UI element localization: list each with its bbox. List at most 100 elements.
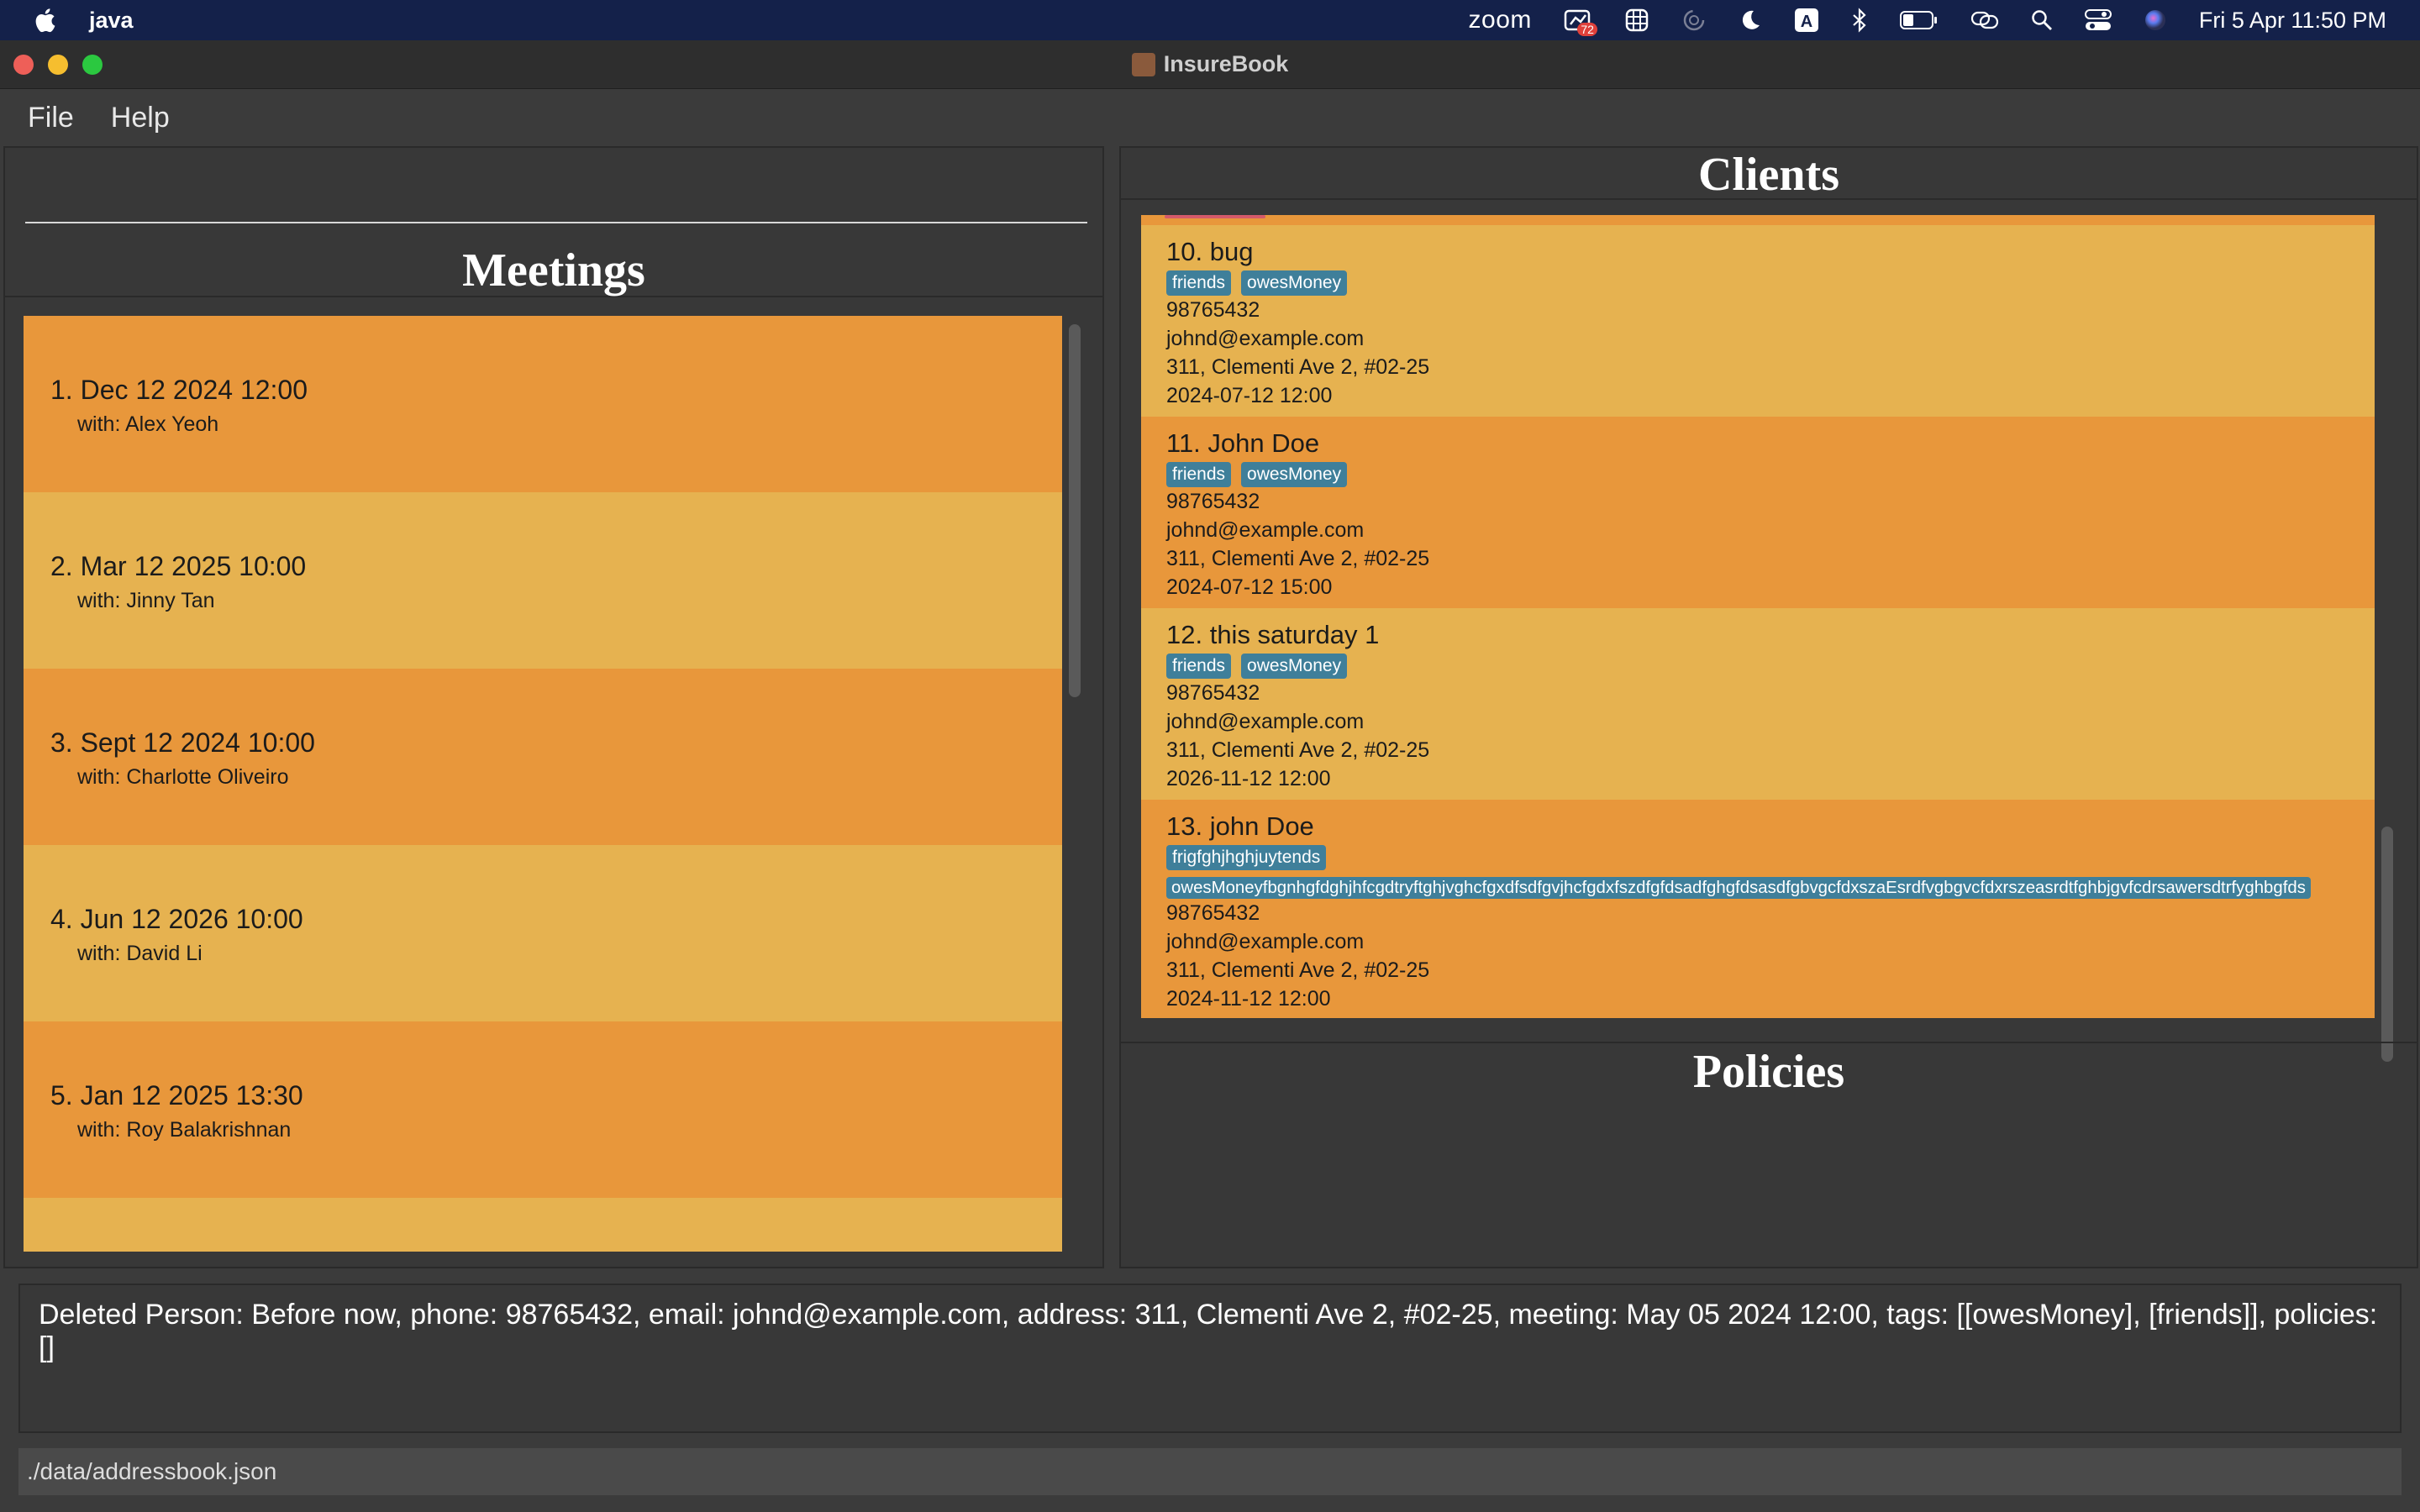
meetings-heading: Meetings	[5, 244, 1102, 297]
app-window: InsureBook File Help Meetings 1. Dec 12 …	[0, 40, 2420, 1512]
meeting-with: with: Roy Balakrishnan	[77, 1118, 292, 1142]
app-menubar: File Help	[0, 89, 2420, 146]
client-meeting: 2024-11-12 12:00	[1166, 987, 1331, 1011]
meeting-date: 5. Jan 12 2025 13:30	[50, 1080, 303, 1110]
notification-app-icon[interactable]: 72	[1564, 0, 1597, 40]
spotlight-search-icon[interactable]	[2031, 0, 2053, 40]
client-tags: friends owesMoney	[1166, 462, 2375, 487]
meeting-date: 1. Dec 12 2024 12:00	[50, 375, 308, 405]
left-pane: Meetings 1. Dec 12 2024 12:00 with: Alex…	[3, 146, 1104, 1268]
client-phone: 98765432	[1166, 490, 1260, 513]
minimize-window-button[interactable]	[48, 55, 68, 75]
active-app-name[interactable]: java	[89, 8, 134, 34]
client-tag: friends	[1166, 654, 1232, 679]
client-phone: 98765432	[1166, 298, 1260, 322]
client-email: johnd@example.com	[1166, 930, 1365, 953]
client-tag: owesMoneyfbgnhgfdghjhfcgdtryftghjvghcfgx…	[1166, 877, 2311, 899]
client-meeting: 2026-11-12 12:00	[1166, 767, 1331, 790]
meeting-card-partial[interactable]	[24, 1198, 1062, 1252]
client-card[interactable]: 12. this saturday 1 friends owesMoney 98…	[1141, 608, 2375, 800]
meetings-scrollbar-thumb[interactable]	[1069, 324, 1081, 697]
zoom-status-item[interactable]: zoom	[1469, 0, 1532, 40]
client-tag: frigfghjhghjuytends	[1166, 845, 1327, 870]
client-name: 12. this saturday 1	[1166, 620, 1380, 649]
apple-icon[interactable]	[34, 8, 55, 33]
client-tags: friends owesMoney	[1166, 654, 2375, 679]
client-tag: friends	[1166, 270, 1232, 296]
svg-text:A: A	[1801, 13, 1812, 31]
client-email: johnd@example.com	[1166, 327, 1365, 350]
client-address: 311, Clementi Ave 2, #02-25	[1166, 958, 1430, 982]
meeting-date: 2. Mar 12 2025 10:00	[50, 551, 307, 581]
panel-divider	[1121, 1042, 2417, 1043]
siri-icon[interactable]	[2144, 0, 2167, 40]
window-controls	[13, 55, 103, 75]
command-input-box[interactable]	[5, 148, 1102, 240]
status-bar: ./data/addressbook.json	[18, 1448, 2402, 1495]
meeting-with: with: David Li	[77, 942, 203, 965]
bluetooth-icon[interactable]	[1851, 0, 1868, 40]
meeting-date: 3. Sept 12 2024 10:00	[50, 727, 315, 758]
control-center-icon[interactable]	[2084, 0, 2112, 40]
file-menu[interactable]: File	[28, 102, 74, 134]
result-display: Deleted Person: Before now, phone: 98765…	[18, 1284, 2402, 1433]
help-menu[interactable]: Help	[111, 102, 170, 134]
window-titlebar[interactable]: InsureBook	[0, 40, 2420, 89]
client-tags-row: owesMoneyfbgnhgfdghjhfcgdtryftghjvghcfgx…	[1166, 877, 2375, 899]
moon-icon[interactable]	[1739, 0, 1762, 40]
clients-scrollbar-thumb[interactable]	[2381, 827, 2393, 1062]
client-card[interactable]: 13. john Doe frigfghjhghjuytends owesMon…	[1141, 800, 2375, 1018]
activity-icon[interactable]	[1681, 0, 1707, 40]
result-message: Deleted Person: Before now, phone: 98765…	[39, 1299, 2378, 1363]
client-name: 11. John Doe	[1166, 428, 1320, 458]
app-icon	[1131, 52, 1155, 76]
client-phone: 98765432	[1166, 681, 1260, 705]
policies-heading: Policies	[1692, 1046, 1845, 1098]
client-meeting: 2024-07-12 15:00	[1166, 575, 1333, 599]
client-email: johnd@example.com	[1166, 710, 1365, 733]
meeting-date: 4. Jun 12 2026 10:00	[50, 904, 303, 934]
meeting-card[interactable]: 3. Sept 12 2024 10:00 with: Charlotte Ol…	[24, 669, 1062, 845]
client-tags: frigfghjhghjuytends	[1166, 845, 2375, 870]
meeting-card[interactable]: 2. Mar 12 2025 10:00 with: Jinny Tan	[24, 492, 1062, 669]
meetings-list[interactable]: 1. Dec 12 2024 12:00 with: Alex Yeoh 2. …	[24, 316, 1062, 1252]
client-name: 13. john Doe	[1166, 811, 1314, 841]
client-meeting: 2024-07-12 12:00	[1166, 384, 1333, 407]
notification-badge: 72	[1577, 23, 1597, 36]
client-card[interactable]: 11. John Doe friends owesMoney 98765432 …	[1141, 417, 2375, 608]
client-tag: owesMoney	[1241, 654, 1348, 679]
command-input-underline	[25, 222, 1087, 223]
menu-bar-clock[interactable]: Fri 5 Apr 11:50 PM	[2199, 8, 2386, 34]
input-source-icon[interactable]: A	[1794, 0, 1819, 40]
client-address: 311, Clementi Ave 2, #02-25	[1166, 547, 1430, 570]
meeting-card[interactable]: 1. Dec 12 2024 12:00 with: Alex Yeoh	[24, 316, 1062, 492]
right-pane: Clients 10. bug friends owesMoney 987654…	[1119, 146, 2418, 1268]
meeting-with: with: Jinny Tan	[77, 589, 215, 612]
clients-heading: Clients	[1121, 148, 2417, 201]
grid-status-icon[interactable]	[1624, 0, 1649, 40]
client-tags: friends owesMoney	[1166, 270, 2375, 296]
meeting-with: with: Alex Yeoh	[77, 412, 219, 436]
battery-icon[interactable]	[1899, 0, 1939, 40]
client-name: 10. bug	[1166, 237, 1254, 266]
window-title-group: InsureBook	[1131, 51, 1289, 77]
storage-file-path: ./data/addressbook.json	[27, 1458, 277, 1484]
client-address: 311, Clementi Ave 2, #02-25	[1166, 355, 1430, 379]
client-card[interactable]: 10. bug friends owesMoney 98765432 johnd…	[1141, 225, 2375, 417]
client-tag: owesMoney	[1241, 270, 1348, 296]
meeting-card[interactable]: 5. Jan 12 2025 13:30 with: Roy Balakrish…	[24, 1021, 1062, 1198]
meeting-with: with: Charlotte Oliveiro	[77, 765, 289, 789]
client-email: johnd@example.com	[1166, 518, 1365, 542]
close-window-button[interactable]	[13, 55, 34, 75]
window-title: InsureBook	[1163, 51, 1289, 76]
client-card-partial[interactable]	[1141, 215, 2375, 225]
client-tag: owesMoney	[1241, 462, 1348, 487]
client-phone: 98765432	[1166, 901, 1260, 925]
client-address: 311, Clementi Ave 2, #02-25	[1166, 738, 1430, 762]
screen-mirroring-icon[interactable]	[1970, 0, 1999, 40]
meeting-card[interactable]: 4. Jun 12 2026 10:00 with: David Li	[24, 845, 1062, 1021]
clients-list[interactable]: 10. bug friends owesMoney 98765432 johnd…	[1141, 215, 2375, 1025]
mac-menu-bar: java zoom 72 A Fri 5 Apr 11:50 PM	[0, 0, 2420, 40]
client-tag: friends	[1166, 462, 1232, 487]
maximize-window-button[interactable]	[82, 55, 103, 75]
